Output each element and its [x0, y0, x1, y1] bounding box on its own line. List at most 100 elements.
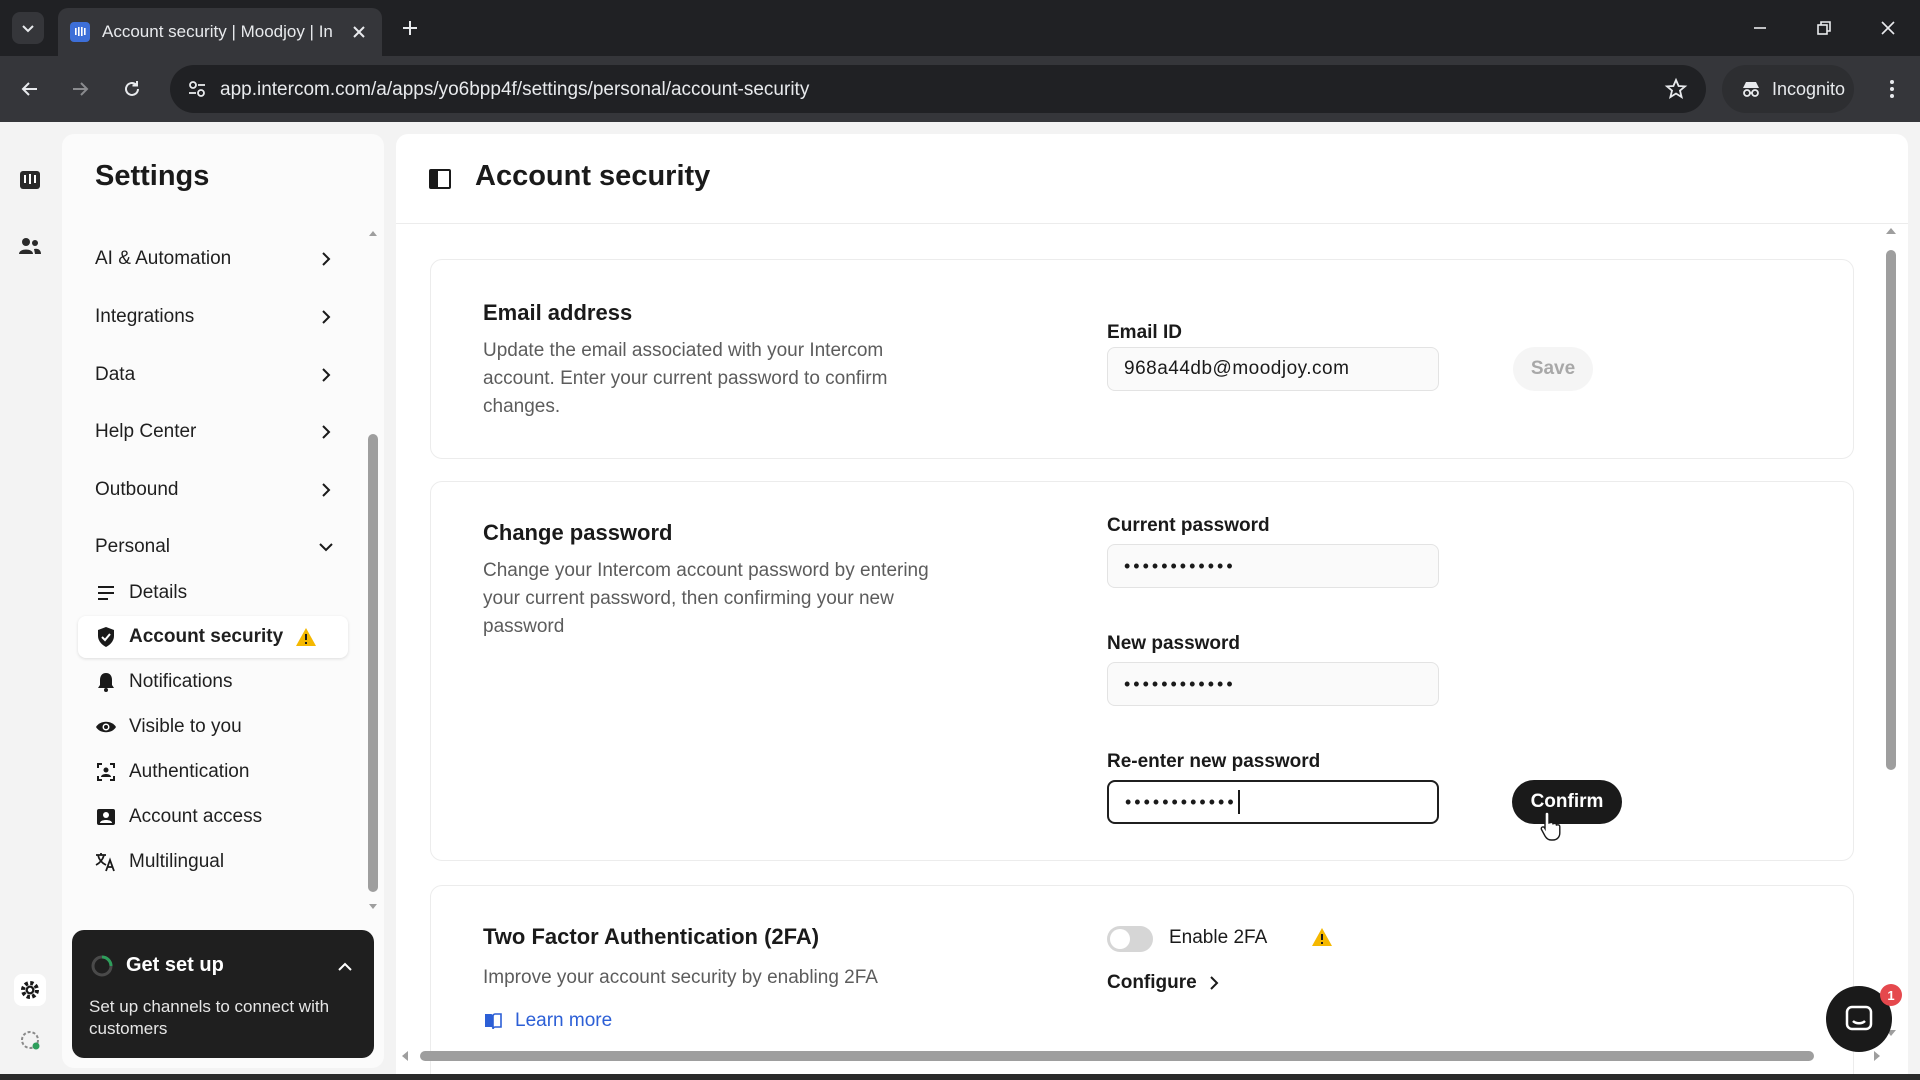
- tab-close-button[interactable]: [348, 21, 370, 43]
- reload-icon: [125, 81, 139, 96]
- shield-check-icon: [95, 626, 117, 648]
- get-set-up-subtitle: Set up channels to connect with customer…: [89, 997, 330, 1038]
- chevron-right-icon: [322, 368, 331, 382]
- settings-title: Settings: [95, 160, 210, 192]
- tab-search-button[interactable]: [12, 12, 44, 44]
- new-password-field[interactable]: ••••••••••••: [1107, 662, 1439, 706]
- confirm-button[interactable]: Confirm: [1512, 780, 1622, 824]
- intercom-favicon-icon: [70, 22, 90, 42]
- nav-ai-automation[interactable]: AI & Automation: [95, 239, 335, 279]
- chevron-up-icon[interactable]: [336, 958, 354, 976]
- nav-label: AI & Automation: [95, 248, 232, 269]
- sidebar-item-label: Authentication: [129, 761, 250, 782]
- rail-contacts-button[interactable]: [14, 230, 46, 262]
- save-button[interactable]: Save: [1513, 347, 1593, 391]
- sidebar-item-label: Multilingual: [129, 851, 225, 872]
- get-set-up-title: Get set up: [126, 954, 224, 976]
- minimize-icon: [1754, 27, 1766, 29]
- avatar-status-icon: [21, 1031, 40, 1050]
- nav-label: Data: [95, 364, 136, 385]
- site-info-icon[interactable]: [186, 78, 208, 100]
- close-icon: [1881, 21, 1895, 35]
- nav-label: Help Center: [95, 421, 197, 442]
- sidebar-item-account-access[interactable]: Account access: [78, 796, 348, 838]
- sidebar-item-label: Details: [129, 582, 188, 603]
- nav-integrations[interactable]: Integrations: [95, 297, 335, 337]
- get-set-up-card[interactable]: Get set up Set up channels to connect wi…: [72, 930, 374, 1058]
- configure-link[interactable]: Configure: [1107, 972, 1221, 994]
- sidebar-item-label: Account security: [129, 626, 284, 647]
- new-tab-button[interactable]: [396, 14, 424, 42]
- sidebar-item-details[interactable]: Details: [78, 572, 348, 614]
- main-scrollbar-thumb[interactable]: [1886, 250, 1896, 770]
- nav-personal[interactable]: Personal: [95, 527, 335, 567]
- app-rail: [0, 122, 60, 1080]
- new-password-value: ••••••••••••: [1124, 673, 1236, 694]
- minimize-button[interactable]: [1740, 10, 1780, 46]
- address-bar[interactable]: app.intercom.com/a/apps/yo6bpp4f/setting…: [170, 65, 1706, 113]
- eye-icon: [95, 716, 117, 738]
- enable-2fa-toggle[interactable]: [1107, 926, 1153, 952]
- incognito-indicator[interactable]: Incognito: [1722, 65, 1854, 113]
- notification-badge: 1: [1880, 984, 1902, 1006]
- email-field[interactable]: 968a44db@moodjoy.com: [1107, 347, 1439, 391]
- reenter-password-field[interactable]: ••••••••••••: [1107, 780, 1439, 824]
- chat-icon: [1845, 1005, 1873, 1031]
- restore-button[interactable]: [1804, 10, 1844, 46]
- hand-cursor-icon: [1540, 811, 1561, 841]
- main-content: Account security Email address Update th…: [396, 134, 1908, 1080]
- warning-icon: [295, 627, 317, 647]
- sidebar-item-account-security[interactable]: Account security: [78, 616, 348, 658]
- reenter-password-label: Re-enter new password: [1107, 751, 1321, 772]
- rail-inbox-button[interactable]: [14, 164, 46, 196]
- sidebar-item-notifications[interactable]: Notifications: [78, 661, 348, 703]
- rail-settings-button[interactable]: [14, 974, 46, 1006]
- change-password-card: Change password Change your Intercom acc…: [430, 481, 1854, 861]
- restore-icon: [1817, 21, 1831, 35]
- password-section-description: Change your Intercom account password by…: [483, 560, 929, 637]
- sidebar-toggle-icon[interactable]: [428, 168, 452, 190]
- browser-tab[interactable]: Account security | Moodjoy | In: [58, 8, 382, 56]
- configure-label: Configure: [1107, 972, 1197, 993]
- forward-button[interactable]: [64, 73, 96, 105]
- tab-title: Account security | Moodjoy | In: [102, 22, 333, 41]
- learn-more-label: Learn more: [515, 1010, 613, 1031]
- nav-label: Integrations: [95, 306, 195, 327]
- learn-more-link[interactable]: Learn more: [483, 1010, 612, 1032]
- more-vertical-icon: [1890, 80, 1894, 98]
- chevron-right-icon: [1210, 976, 1219, 990]
- sidebar-item-authentication[interactable]: Authentication: [78, 751, 348, 793]
- email-section-description: Update the email associated with your In…: [483, 340, 888, 417]
- window-close-button[interactable]: [1868, 10, 1908, 46]
- chevron-right-icon: [322, 310, 331, 324]
- nav-outbound[interactable]: Outbound: [95, 470, 335, 510]
- chevron-right-icon: [322, 483, 331, 497]
- warning-icon: [1312, 928, 1332, 946]
- sidebar-scrollbar-thumb[interactable]: [368, 434, 378, 892]
- sidebar-item-visible-to-you[interactable]: Visible to you: [78, 706, 348, 748]
- new-password-label: New password: [1107, 633, 1241, 654]
- plus-icon: [403, 21, 417, 35]
- rail-avatar-button[interactable]: [14, 1024, 46, 1056]
- email-field-value: 968a44db@moodjoy.com: [1124, 358, 1350, 379]
- people-icon: [19, 238, 41, 254]
- nav-label: Outbound: [95, 479, 179, 500]
- reload-button[interactable]: [116, 73, 148, 105]
- sidebar-item-multilingual[interactable]: Multilingual: [78, 841, 348, 883]
- back-button[interactable]: [14, 73, 46, 105]
- bookmark-star-icon[interactable]: [1664, 77, 1688, 101]
- twofa-section-title: Two Factor Authentication (2FA): [483, 924, 820, 949]
- progress-ring-icon: [91, 955, 113, 977]
- arrow-right-icon: [73, 82, 89, 96]
- chevron-down-icon: [22, 25, 34, 33]
- arrow-left-icon: [21, 82, 37, 96]
- url-text: app.intercom.com/a/apps/yo6bpp4f/setting…: [220, 79, 810, 100]
- nav-data[interactable]: Data: [95, 355, 335, 395]
- horizontal-scrollbar-thumb[interactable]: [420, 1051, 1814, 1061]
- nav-help-center[interactable]: Help Center: [95, 412, 335, 452]
- inbox-icon: [20, 171, 40, 189]
- current-password-value: ••••••••••••: [1124, 555, 1236, 576]
- current-password-field[interactable]: ••••••••••••: [1107, 544, 1439, 588]
- incognito-label: Incognito: [1772, 78, 1846, 99]
- browser-menu-button[interactable]: [1876, 73, 1908, 105]
